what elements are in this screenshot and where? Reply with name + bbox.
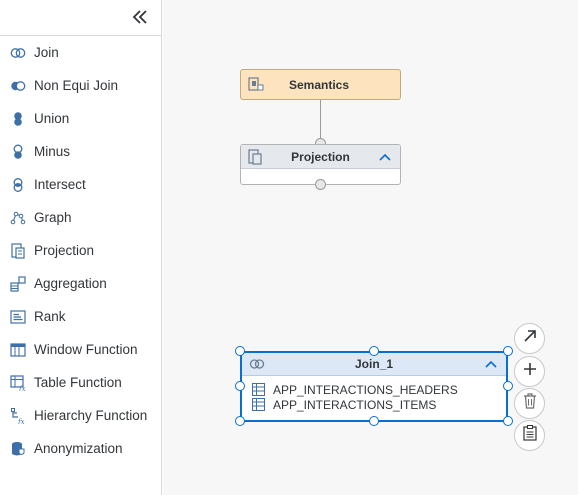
window-function-icon: [10, 342, 26, 358]
node-title: Projection: [291, 149, 350, 164]
sidebar-item-label: Aggregation: [34, 276, 107, 291]
resize-handle[interactable]: [503, 416, 513, 426]
sidebar-item-intersect[interactable]: Intersect: [0, 168, 161, 201]
double-chevron-left-icon[interactable]: [131, 7, 149, 27]
add-button[interactable]: [514, 356, 545, 387]
sidebar-item-label: Window Function: [34, 342, 138, 357]
sidebar-item-union[interactable]: Union: [0, 102, 161, 135]
non-equi-join-icon: [10, 78, 26, 94]
union-icon: [10, 111, 26, 127]
chevron-up-icon[interactable]: [483, 356, 499, 372]
resize-handle[interactable]: [503, 346, 513, 356]
sidebar-item-projection[interactable]: Projection: [0, 234, 161, 267]
sidebar-item-label: Graph: [34, 210, 72, 225]
table-function-icon: fx: [10, 374, 26, 391]
chevron-up-icon[interactable]: [377, 149, 393, 165]
projection-icon: [248, 148, 264, 165]
list-item[interactable]: APP_INTERACTIONS_HEADERS: [252, 382, 506, 397]
sidebar-item-non-equi-join[interactable]: Non Equi Join: [0, 69, 161, 102]
minus-icon: [10, 144, 26, 160]
node-palette-sidebar: Join Non Equi Join Union Minus Intersect…: [0, 0, 162, 495]
sidebar-item-label: Non Equi Join: [34, 78, 119, 93]
sidebar-item-rank[interactable]: Rank: [0, 300, 161, 333]
sidebar-item-window-function[interactable]: Window Function: [0, 333, 161, 366]
sidebar-item-graph[interactable]: Graph: [0, 201, 161, 234]
sidebar-item-label: Projection: [34, 243, 95, 258]
add-icon: [523, 362, 537, 381]
resize-handle[interactable]: [503, 381, 513, 391]
sidebar-item-label: Table Function: [34, 375, 122, 390]
node-title: Semantics: [288, 77, 350, 92]
node-title: Join_1: [354, 357, 393, 371]
resize-handle[interactable]: [235, 381, 245, 391]
sidebar-item-label: Hierarchy Function: [34, 408, 148, 423]
clipboard-icon: [522, 425, 537, 446]
node-header: Join_1: [242, 353, 506, 376]
sidebar-item-label: Join: [34, 45, 59, 60]
sidebar-item-label: Intersect: [34, 177, 86, 192]
expand-arrow-button[interactable]: [514, 323, 545, 354]
resize-handle[interactable]: [235, 416, 245, 426]
sidebar-item-label: Minus: [34, 144, 71, 159]
svg-text:fx: fx: [18, 385, 26, 391]
sidebar-item-minus[interactable]: Minus: [0, 135, 161, 168]
semantics-icon: [248, 76, 264, 93]
semantics-node[interactable]: Semantics: [240, 69, 401, 100]
aggregation-icon: [10, 275, 26, 292]
rank-icon: [10, 309, 26, 325]
clipboard-button[interactable]: [514, 420, 545, 451]
table-name: APP_INTERACTIONS_ITEMS: [273, 397, 437, 412]
table-icon: [252, 383, 265, 396]
intersect-icon: [10, 177, 26, 193]
projection-icon: [10, 242, 26, 259]
join-icon: [249, 356, 265, 372]
node-header: Projection: [241, 145, 400, 169]
sidebar-item-join[interactable]: Join: [0, 36, 161, 69]
join-icon: [10, 45, 26, 61]
list-item[interactable]: APP_INTERACTIONS_ITEMS: [252, 397, 506, 412]
hierarchy-function-icon: fx: [10, 407, 26, 424]
table-icon: [252, 398, 265, 411]
sidebar-item-aggregation[interactable]: Aggregation: [0, 267, 161, 300]
resize-handle[interactable]: [369, 346, 379, 356]
delete-button[interactable]: [514, 388, 545, 419]
output-port[interactable]: [315, 179, 326, 190]
graph-icon: [10, 210, 26, 226]
anonymization-icon: [10, 441, 26, 457]
sidebar-item-table-function[interactable]: fx Table Function: [0, 366, 161, 399]
svg-text:fx: fx: [17, 418, 25, 424]
resize-handle[interactable]: [235, 346, 245, 356]
sidebar-item-anonymization[interactable]: Anonymization: [0, 432, 161, 465]
sidebar-item-label: Anonymization: [34, 441, 123, 456]
resize-handle[interactable]: [369, 416, 379, 426]
sidebar-item-label: Union: [34, 111, 70, 126]
delete-icon: [523, 393, 537, 414]
join-node[interactable]: Join_1 APP_INTERACTIONS_HEADERS APP_INTE…: [240, 351, 508, 422]
sidebar-item-label: Rank: [34, 309, 66, 324]
table-name: APP_INTERACTIONS_HEADERS: [273, 382, 458, 397]
sidebar-item-hierarchy-function[interactable]: fx Hierarchy Function: [0, 399, 161, 432]
sidebar-header: [0, 0, 161, 36]
expand-arrow-icon: [523, 329, 537, 348]
